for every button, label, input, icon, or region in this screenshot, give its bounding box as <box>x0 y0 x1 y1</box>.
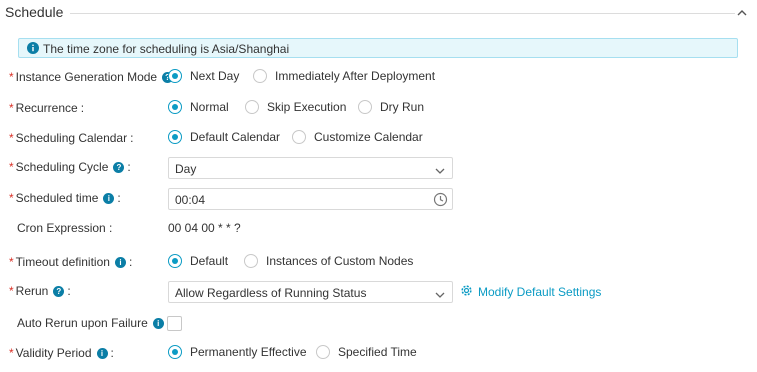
info-icon[interactable]: i <box>103 192 115 204</box>
label-auto-rerun: Auto Rerun upon Failure i : <box>17 316 170 330</box>
label-scheduled-time: * Scheduled time i : <box>9 191 121 205</box>
chevron-up-icon[interactable] <box>735 6 749 20</box>
info-icon <box>27 42 39 57</box>
row-timeout: * Timeout definition i : Default Instanc… <box>0 252 757 274</box>
label-calendar: * Scheduling Calendar : <box>9 131 134 145</box>
radio-permanently-effective[interactable]: Permanently Effective <box>168 345 307 359</box>
cron-expression: 00 04 00 * * ? <box>168 221 241 235</box>
question-icon[interactable]: ? <box>113 161 125 173</box>
row-cycle: * Scheduling Cycle ? : Day <box>0 157 757 179</box>
row-recurrence: * Recurrence : Normal Skip Execution Dry… <box>0 98 757 120</box>
radio-skip-execution[interactable]: Skip Execution <box>245 100 346 114</box>
radio-dry-run[interactable]: Dry Run <box>358 100 424 114</box>
row-cron: Cron Expression : 00 04 00 * * ? <box>0 218 757 240</box>
scheduled-time-input[interactable]: 00:04 <box>168 188 453 210</box>
row-rerun: * Rerun ? : Allow Regardless of Running … <box>0 281 757 303</box>
radio-immediately-after-deployment[interactable]: Immediately After Deployment <box>253 69 435 83</box>
radio-next-day[interactable]: Next Day <box>168 69 239 83</box>
radio-customize-calendar[interactable]: Customize Calendar <box>292 130 423 144</box>
label-cron: Cron Expression : <box>17 221 113 235</box>
banner-text: The time zone for scheduling is Asia/Sha… <box>43 42 290 56</box>
label-instance-mode: * Instance Generation Mode ? <box>9 70 174 84</box>
clock-icon <box>433 192 448 210</box>
question-icon[interactable]: ? <box>53 285 65 297</box>
label-rerun: * Rerun ? : <box>9 284 71 298</box>
chevron-down-icon <box>435 164 445 178</box>
label-timeout: * Timeout definition i : <box>9 255 133 269</box>
header-divider <box>70 13 735 14</box>
section-title: Schedule <box>5 4 64 20</box>
row-instance-mode: * Instance Generation Mode ? Next Day Im… <box>0 67 757 89</box>
chevron-down-icon <box>435 288 445 302</box>
info-icon[interactable]: i <box>152 317 164 329</box>
label-recurrence: * Recurrence : <box>9 101 85 115</box>
label-validity: * Validity Period i : <box>9 346 114 360</box>
row-scheduled-time: * Scheduled time i : 00:04 <box>0 188 757 210</box>
rerun-select[interactable]: Allow Regardless of Running Status <box>168 281 453 303</box>
label-cycle: * Scheduling Cycle ? : <box>9 160 131 174</box>
row-validity: * Validity Period i : Permanently Effect… <box>0 343 757 365</box>
scheduling-cycle-select[interactable]: Day <box>168 157 453 179</box>
info-icon[interactable]: i <box>114 256 126 268</box>
schedule-header: Schedule <box>0 0 757 26</box>
radio-timeout-default[interactable]: Default <box>168 254 228 268</box>
info-icon[interactable]: i <box>96 347 108 359</box>
auto-rerun-checkbox[interactable] <box>167 316 182 331</box>
timezone-banner: The time zone for scheduling is Asia/Sha… <box>18 38 738 58</box>
row-calendar: * Scheduling Calendar : Default Calendar… <box>0 128 757 150</box>
modify-default-settings-link[interactable]: Modify Default Settings <box>460 284 601 300</box>
radio-custom-nodes[interactable]: Instances of Custom Nodes <box>244 254 413 268</box>
gear-icon <box>460 284 473 300</box>
row-auto-rerun: Auto Rerun upon Failure i : <box>0 313 757 335</box>
radio-normal[interactable]: Normal <box>168 100 229 114</box>
radio-default-calendar[interactable]: Default Calendar <box>168 130 280 144</box>
radio-specified-time[interactable]: Specified Time <box>316 345 417 359</box>
